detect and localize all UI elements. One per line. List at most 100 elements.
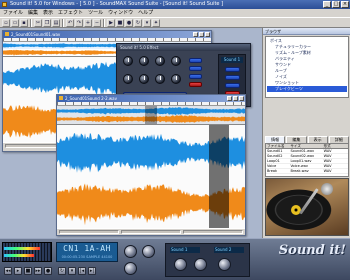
- table-cell: Loop01: [267, 159, 280, 163]
- stop-button[interactable]: ■: [24, 267, 32, 275]
- pan-knob[interactable]: [142, 245, 155, 258]
- speed-knob[interactable]: [124, 262, 137, 275]
- menu-tools[interactable]: ツール: [88, 9, 103, 17]
- record-icon[interactable]: ●: [125, 19, 133, 27]
- wave-file-icon: [5, 32, 9, 36]
- preset-button[interactable]: [225, 83, 240, 88]
- column-header[interactable]: サイズ: [289, 144, 322, 148]
- maximize-button[interactable]: □: [332, 1, 340, 8]
- tab-detail[interactable]: 詳細: [328, 136, 349, 143]
- close-button[interactable]: [239, 96, 244, 101]
- marker-button[interactable]: ▾: [68, 267, 76, 275]
- effect-knob[interactable]: [155, 74, 165, 84]
- zoom-out-icon[interactable]: −: [93, 19, 101, 27]
- level-meter-left: [4, 247, 40, 250]
- zoom-in-icon[interactable]: +: [84, 19, 92, 27]
- effect-icon[interactable]: ✦: [152, 19, 160, 27]
- time-display: CN1 1A-AH 00:00:05.230 SAMPLE 44100: [56, 242, 118, 262]
- preset-button[interactable]: [225, 67, 240, 72]
- time-readout: CN1 1A-AH: [63, 244, 111, 253]
- skip-start-button[interactable]: |◂: [78, 267, 86, 275]
- window-controls: _ □ ×: [323, 1, 349, 8]
- paste-icon[interactable]: ▤: [52, 19, 60, 27]
- table-cell: Sound02: [267, 154, 283, 158]
- effect-knob[interactable]: [171, 74, 181, 84]
- preset-button[interactable]: [225, 75, 240, 80]
- waveform-selection[interactable]: [209, 125, 229, 228]
- minimize-button[interactable]: [227, 96, 232, 101]
- effect-knob[interactable]: [171, 56, 181, 66]
- status-field: [121, 229, 181, 234]
- play-icon[interactable]: ▶: [107, 19, 115, 27]
- loop-button[interactable]: ↻: [58, 267, 66, 275]
- overview-waveform[interactable]: [57, 106, 245, 124]
- minimize-button[interactable]: [193, 32, 198, 37]
- effect-button[interactable]: [189, 74, 202, 79]
- skip-end-button[interactable]: ▸|: [88, 267, 96, 275]
- toolbar-separator: [103, 19, 105, 27]
- menu-effect[interactable]: エフェクト: [58, 9, 83, 17]
- column-header[interactable]: 形式: [323, 144, 348, 148]
- open-icon[interactable]: ▭: [11, 19, 19, 27]
- category-tree[interactable]: ボイス ナチュラリーカラー リズム・ループ素材 バラエティ サウンド ループ ノ…: [265, 36, 349, 98]
- status-field: [59, 229, 119, 234]
- maximize-button[interactable]: [199, 32, 204, 37]
- close-button[interactable]: [205, 32, 210, 37]
- effect-knob[interactable]: [139, 56, 149, 66]
- tab-view[interactable]: 表示: [307, 136, 328, 143]
- new-icon[interactable]: ▫: [2, 19, 10, 27]
- transport-panel-label-2: Sound 2: [214, 247, 244, 253]
- marker-icon[interactable]: ▾: [143, 19, 151, 27]
- effect-button[interactable]: [189, 66, 202, 71]
- table-cell: Voice: [267, 164, 277, 168]
- save-icon[interactable]: ▪: [20, 19, 28, 27]
- menu-file[interactable]: ファイル: [3, 9, 23, 17]
- undo-icon[interactable]: ↶: [66, 19, 74, 27]
- menu-view[interactable]: 表示: [43, 9, 53, 17]
- copy-icon[interactable]: ❐: [43, 19, 51, 27]
- redo-icon[interactable]: ↷: [75, 19, 83, 27]
- effect-knob[interactable]: [139, 74, 149, 84]
- effect-window-title[interactable]: Sound it! 5.0 Effect: [117, 44, 250, 51]
- record-button[interactable]: ●: [44, 267, 52, 275]
- effect-button[interactable]: [189, 58, 202, 63]
- effect-bypass-button[interactable]: [189, 82, 202, 87]
- main-waveform[interactable]: [57, 124, 245, 228]
- wave-window-1-title: 2_Sound01Sound01.wav: [11, 32, 61, 37]
- table-cell: Loop01.wav: [290, 159, 312, 163]
- wave-window-2[interactable]: 2_Sound01Sound 2-2.wav: [56, 94, 246, 236]
- wave-window-2-titlebar[interactable]: 2_Sound01Sound 2-2.wav: [57, 95, 245, 102]
- file-table[interactable]: ファイル名 サイズ 形式 Sound01 Sound01.wav WAV Sou…: [265, 143, 349, 177]
- transport-knob[interactable]: [194, 258, 207, 271]
- fast-forward-button[interactable]: ▸▸: [34, 267, 42, 275]
- volume-knob[interactable]: [124, 245, 137, 258]
- transport-knob[interactable]: [218, 258, 231, 271]
- wave-window-2-title: 2_Sound01Sound 2-2.wav: [65, 96, 117, 101]
- menu-help[interactable]: ヘルプ: [138, 9, 153, 17]
- table-cell: Voice.wav: [290, 164, 308, 168]
- loop-icon[interactable]: ↻: [134, 19, 142, 27]
- effect-knob[interactable]: [123, 74, 133, 84]
- rewind-button[interactable]: ◂◂: [4, 267, 12, 275]
- minimize-button[interactable]: _: [323, 1, 331, 8]
- close-button[interactable]: ×: [341, 1, 349, 8]
- maximize-button[interactable]: [233, 96, 238, 101]
- tab-info[interactable]: 情報: [265, 136, 286, 143]
- menu-window[interactable]: ウィンドウ: [108, 9, 133, 17]
- table-row[interactable]: Break Break.wav WAV: [266, 169, 348, 174]
- cut-icon[interactable]: ✂: [34, 19, 42, 27]
- browser-panel-header: ブラウザ: [263, 28, 350, 35]
- menu-edit[interactable]: 編集: [28, 9, 38, 17]
- tree-item-selected[interactable]: ブレイクビーツ: [267, 86, 347, 92]
- window-title: Sound it! 5.0 for Windows - [ 5.0 ] - So…: [10, 1, 224, 7]
- stop-icon[interactable]: ■: [116, 19, 124, 27]
- table-cell: WAV: [323, 169, 332, 173]
- wave-window-1-titlebar[interactable]: 2_Sound01Sound01.wav: [3, 31, 211, 38]
- column-header[interactable]: ファイル名: [266, 144, 289, 148]
- overview-selection[interactable]: [145, 106, 157, 124]
- effect-knob[interactable]: [123, 56, 133, 66]
- transport-knob[interactable]: [174, 258, 187, 271]
- play-button[interactable]: ▸: [14, 267, 22, 275]
- effect-knob[interactable]: [155, 56, 165, 66]
- tab-edit[interactable]: 編集: [286, 136, 307, 143]
